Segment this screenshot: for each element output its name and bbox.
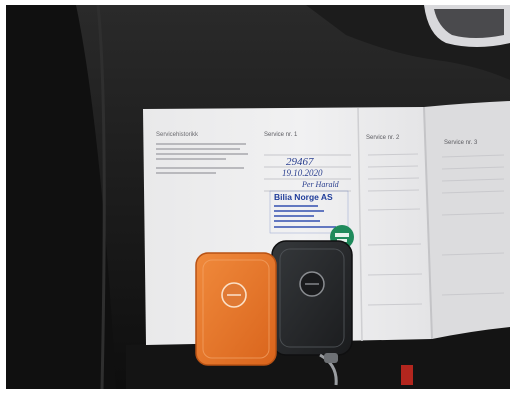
key-clip — [324, 353, 338, 363]
seatbelt-buckle-red — [401, 365, 413, 385]
orange-car-key — [195, 252, 277, 366]
photo: Servicehistorikk Service nr. 1 Service n… — [6, 5, 510, 389]
sticker-label — [335, 233, 349, 237]
booklet-right-page — [424, 101, 510, 339]
image-frame: Servicehistorikk Service nr. 1 Service n… — [0, 0, 516, 394]
photo-scene: Servicehistorikk Service nr. 1 Service n… — [6, 5, 510, 389]
